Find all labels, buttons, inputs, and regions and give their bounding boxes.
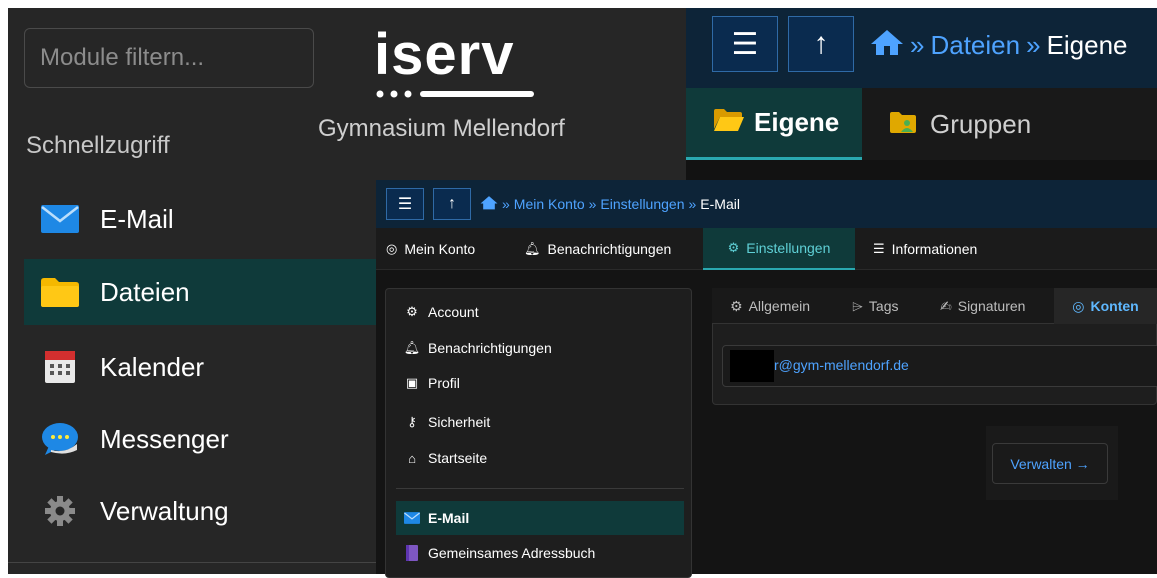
- gear-icon: ⚙: [730, 297, 743, 314]
- breadcrumb-account[interactable]: Mein Konto: [514, 196, 585, 212]
- nav-item-calendar[interactable]: Kalender: [24, 334, 384, 400]
- calendar-icon: [40, 351, 80, 383]
- breadcrumb-own: Eigene: [1046, 30, 1128, 60]
- gear-icon: [40, 495, 80, 527]
- nav-label: Verwaltung: [100, 495, 229, 526]
- quick-access-heading: Schnellzugriff: [26, 132, 170, 159]
- bell-icon: 🔔︎: [524, 241, 541, 256]
- settings-item-label: Account: [428, 304, 479, 320]
- breadcrumb-settings[interactable]: Einstellungen: [600, 196, 684, 212]
- settings-item-account[interactable]: ⚙ Account: [404, 299, 479, 325]
- folder-icon: [40, 276, 80, 308]
- breadcrumb: » Dateien » Eigene: [870, 28, 1128, 63]
- tab-label: Benachrichtigungen: [547, 241, 672, 257]
- home-icon: ⌂: [408, 450, 416, 466]
- home-icon[interactable]: [480, 195, 498, 213]
- group-folder-icon: [890, 109, 916, 140]
- up-button[interactable]: ↑: [433, 188, 471, 220]
- sidebar-divider: [8, 562, 378, 563]
- breadcrumb-separator: »: [1026, 30, 1041, 60]
- nav-item-admin[interactable]: Verwaltung: [24, 478, 384, 544]
- redaction-box: [730, 350, 774, 382]
- settings-item-label: Gemeinsames Adressbuch: [428, 545, 596, 561]
- nav-label: E-Mail: [100, 203, 174, 234]
- tab-information[interactable]: ☰ Informationen: [873, 228, 977, 270]
- settings-menu-divider: [396, 488, 684, 489]
- tab-my-account[interactable]: ◎ Mein Konto: [386, 228, 475, 270]
- home-icon[interactable]: [870, 28, 904, 63]
- key-icon: ⚷: [407, 414, 417, 429]
- bell-icon: 🔔︎: [403, 340, 421, 355]
- nav-label: Kalender: [100, 351, 205, 382]
- tag-icon: ⌲: [852, 297, 863, 314]
- nav-item-messenger[interactable]: Messenger: [24, 406, 384, 472]
- breadcrumb-separator: »: [688, 196, 697, 212]
- list-icon: ☰: [873, 241, 885, 256]
- breadcrumb-separator: »: [588, 196, 597, 212]
- settings-item-label: E-Mail: [428, 510, 470, 526]
- tab-label: Signaturen: [957, 298, 1026, 314]
- settings-item-email[interactable]: E-Mail: [404, 505, 469, 531]
- account-email-link[interactable]: r@gym-mellendorf.de: [774, 357, 909, 373]
- nav-item-email[interactable]: E-Mail: [24, 186, 384, 252]
- arrow-up-icon: ↑: [813, 27, 829, 60]
- settings-item-startpage[interactable]: ⌂ Startseite: [404, 445, 487, 471]
- id-card-icon: ▣: [405, 375, 419, 390]
- settings-item-label: Startseite: [428, 450, 488, 466]
- tab-label: Konten: [1090, 298, 1139, 314]
- tab-own[interactable]: Eigene: [686, 88, 862, 160]
- breadcrumb-separator: »: [910, 30, 925, 60]
- breadcrumb-separator: »: [502, 196, 510, 212]
- user-circle-icon: ◎: [1072, 297, 1085, 314]
- logo-underline-icon: [376, 90, 534, 98]
- tab-label: Gruppen: [930, 108, 1032, 139]
- tab-label: Informationen: [891, 241, 978, 257]
- settings-item-security[interactable]: ⚷ Sicherheit: [404, 409, 490, 435]
- settings-item-label: Profil: [428, 375, 460, 391]
- signature-icon: ✍: [940, 297, 952, 314]
- module-filter-input[interactable]: Module filtern...: [24, 28, 314, 88]
- tab-label: Tags: [868, 298, 899, 314]
- envelope-icon: [404, 512, 420, 524]
- address-book-icon: [404, 545, 420, 561]
- tab-label: Eigene: [754, 107, 840, 137]
- school-name: Gymnasium Mellendorf: [318, 115, 565, 142]
- menu-toggle-button[interactable]: ☰: [386, 188, 424, 220]
- tab-settings[interactable]: ⚙ Einstellungen: [703, 228, 855, 270]
- tab-tags[interactable]: ⌲ Tags: [852, 288, 899, 324]
- envelope-icon: [40, 203, 80, 235]
- user-circle-icon: ◎: [386, 241, 398, 256]
- breadcrumb: » Mein Konto » Einstellungen » E-Mail: [480, 195, 740, 213]
- up-button[interactable]: ↑: [788, 16, 854, 72]
- settings-item-profile[interactable]: ▣ Profil: [404, 370, 460, 396]
- arrow-up-icon: ↑: [448, 195, 456, 212]
- tab-signatures[interactable]: ✍ Signaturen: [940, 288, 1025, 324]
- chat-bubble-icon: [40, 423, 80, 455]
- breadcrumb-files[interactable]: Dateien: [930, 30, 1020, 61]
- tab-label: Einstellungen: [746, 240, 831, 256]
- nav-item-files[interactable]: Dateien: [24, 259, 384, 325]
- tab-accounts[interactable]: ◎ Konten: [1054, 288, 1157, 324]
- iserv-logo[interactable]: iserv: [374, 26, 514, 84]
- manage-button[interactable]: Verwalten →: [992, 443, 1108, 484]
- tab-label: Allgemein: [748, 298, 811, 314]
- gear-icon: ⚙: [406, 304, 418, 319]
- settings-item-label: Sicherheit: [428, 414, 491, 430]
- nav-label: Dateien: [100, 276, 190, 307]
- tab-general[interactable]: ⚙ Allgemein: [730, 288, 810, 324]
- settings-item-notifications[interactable]: 🔔︎ Benachrichtigungen: [404, 335, 552, 361]
- tab-label: Mein Konto: [404, 241, 476, 257]
- gear-icon: ⚙: [727, 240, 740, 255]
- settings-item-label: Benachrichtigungen: [428, 340, 552, 356]
- settings-item-address-book[interactable]: Gemeinsames Adressbuch: [404, 540, 595, 566]
- tab-groups[interactable]: Gruppen: [862, 88, 1062, 160]
- menu-toggle-button[interactable]: ☰: [712, 16, 778, 72]
- breadcrumb-email: E-Mail: [700, 196, 740, 212]
- nav-label: Messenger: [100, 423, 229, 454]
- hamburger-icon: ☰: [397, 196, 413, 213]
- tab-notifications[interactable]: 🔔︎ Benachrichtigungen: [524, 228, 671, 270]
- hamburger-icon: ☰: [731, 27, 759, 61]
- open-folder-icon: [714, 107, 744, 138]
